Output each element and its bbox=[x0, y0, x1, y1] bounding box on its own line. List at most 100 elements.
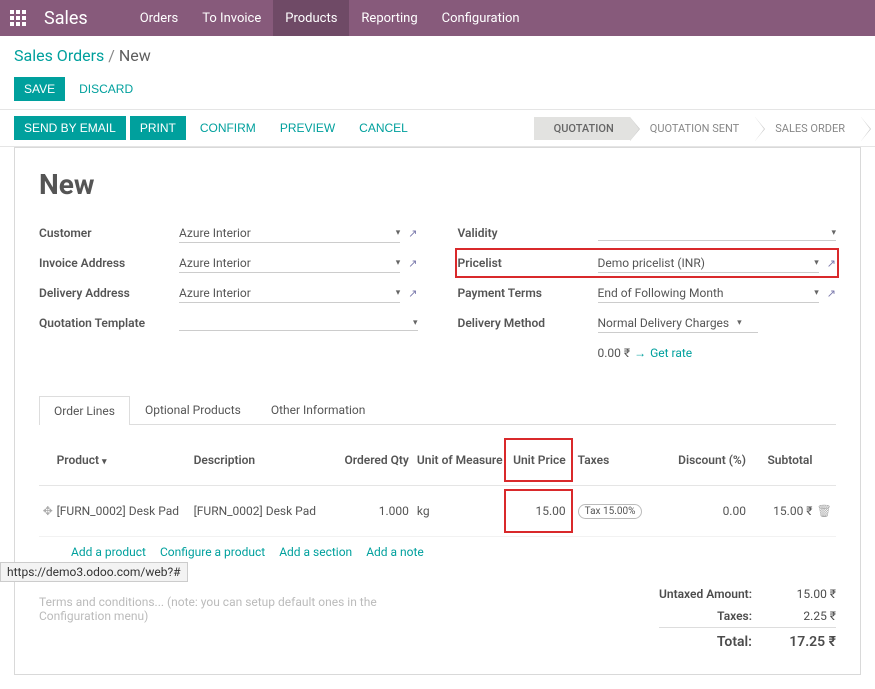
payment-terms-field[interactable]: End of Following Month▾ bbox=[598, 284, 819, 303]
chevron-down-icon[interactable]: ▾ bbox=[831, 228, 836, 238]
page-title: New bbox=[39, 168, 836, 201]
add-note-link[interactable]: Add a note bbox=[366, 545, 424, 559]
customer-label: Customer bbox=[39, 226, 179, 240]
total-label: Total: bbox=[717, 634, 752, 650]
delivery-method-label: Delivery Method bbox=[458, 316, 598, 330]
payment-terms-label: Payment Terms bbox=[458, 286, 598, 300]
trash-icon[interactable]: 🗑 bbox=[813, 504, 836, 518]
external-link-icon[interactable]: ↗ bbox=[408, 287, 417, 300]
breadcrumb-current: New bbox=[119, 46, 151, 65]
discard-button[interactable]: DISCARD bbox=[69, 77, 143, 101]
untaxed-label: Untaxed Amount: bbox=[659, 587, 752, 601]
external-link-icon[interactable]: ↗ bbox=[408, 257, 417, 270]
validity-label: Validity bbox=[458, 226, 598, 240]
arrow-right-icon: → bbox=[634, 346, 646, 360]
preview-button[interactable]: PREVIEW bbox=[270, 116, 345, 140]
form-sheet: New Customer Azure Interior▾ ↗ Invoice A… bbox=[14, 147, 861, 675]
confirm-button[interactable]: CONFIRM bbox=[190, 116, 266, 140]
total-value: 17.25 ₹ bbox=[776, 634, 836, 650]
terms-input[interactable]: Terms and conditions... (note: you can s… bbox=[39, 595, 379, 623]
table-row[interactable]: ✥ [FURN_0002] Desk Pad [FURN_0002] Desk … bbox=[39, 486, 836, 537]
chevron-down-icon[interactable]: ▾ bbox=[814, 258, 819, 268]
add-product-link[interactable]: Add a product bbox=[71, 545, 146, 559]
cell-product[interactable]: [FURN_0002] Desk Pad bbox=[57, 504, 194, 518]
rate-readout: 0.00 ₹→Get rate bbox=[598, 344, 837, 363]
quotation-template-label: Quotation Template bbox=[39, 316, 179, 330]
cell-qty[interactable]: 1.000 bbox=[340, 504, 409, 518]
drag-handle-icon[interactable]: ✥ bbox=[39, 504, 57, 518]
chevron-down-icon[interactable]: ▾ bbox=[737, 318, 742, 328]
tab-optional-products[interactable]: Optional Products bbox=[130, 395, 256, 424]
breadcrumb-bar: Sales Orders/New bbox=[0, 36, 875, 71]
apps-icon[interactable] bbox=[10, 10, 26, 26]
col-uom: Unit of Measure bbox=[409, 453, 507, 467]
validity-field[interactable]: ▾ bbox=[598, 226, 837, 241]
col-taxes: Taxes bbox=[570, 453, 658, 467]
print-button[interactable]: PRINT bbox=[130, 116, 186, 140]
menu-orders[interactable]: Orders bbox=[128, 0, 191, 36]
cell-discount[interactable]: 0.00 bbox=[658, 504, 746, 518]
top-menu: Orders To Invoice Products Reporting Con… bbox=[128, 0, 532, 36]
col-product: Product bbox=[57, 453, 99, 467]
external-link-icon[interactable]: ↗ bbox=[408, 227, 417, 240]
chevron-down-icon[interactable]: ▾ bbox=[396, 258, 401, 268]
configure-product-link[interactable]: Configure a product bbox=[160, 545, 265, 559]
cell-description[interactable]: [FURN_0002] Desk Pad bbox=[194, 504, 341, 518]
cell-unit-price[interactable]: 15.00 bbox=[507, 492, 570, 530]
totals: Untaxed Amount: 15.00 ₹ Taxes: 2.25 ₹ Tota… bbox=[659, 583, 836, 654]
menu-products[interactable]: Products bbox=[273, 0, 349, 36]
status-sales-order[interactable]: SALES ORDER bbox=[755, 117, 861, 140]
order-lines-grid: Product ▾ Description Ordered Qty Unit o… bbox=[39, 435, 836, 567]
invoice-address-label: Invoice Address bbox=[39, 256, 179, 270]
delivery-address-field[interactable]: Azure Interior▾ bbox=[179, 284, 400, 303]
get-rate-link[interactable]: Get rate bbox=[650, 346, 692, 360]
breadcrumb-parent[interactable]: Sales Orders bbox=[14, 46, 104, 65]
statusbar: QUOTATION QUOTATION SENT SALES ORDER bbox=[534, 117, 861, 140]
send-email-button[interactable]: SEND BY EMAIL bbox=[14, 116, 126, 140]
external-link-icon[interactable]: ↗ bbox=[827, 287, 836, 300]
col-ordered-qty: Ordered Qty bbox=[340, 453, 409, 467]
chevron-down-icon[interactable]: ▾ bbox=[396, 228, 401, 238]
taxes-label: Taxes: bbox=[717, 609, 752, 623]
chevron-down-icon[interactable]: ▾ bbox=[396, 288, 401, 298]
breadcrumb: Sales Orders/New bbox=[14, 46, 861, 65]
topbar: Sales Orders To Invoice Products Reporti… bbox=[0, 0, 875, 36]
taxes-value: 2.25 ₹ bbox=[776, 609, 836, 623]
tab-order-lines[interactable]: Order Lines bbox=[39, 396, 130, 425]
pricelist-label: Pricelist bbox=[458, 256, 598, 270]
form-right-col: Validity ▾ Pricelist Demo pricelist (INR… bbox=[458, 221, 837, 371]
cell-subtotal: 15.00 ₹ bbox=[746, 504, 813, 518]
chevron-down-icon[interactable]: ▾ bbox=[814, 288, 819, 298]
col-subtotal: Subtotal bbox=[746, 453, 813, 467]
quotation-template-field[interactable]: ▾ bbox=[179, 316, 418, 331]
delivery-address-label: Delivery Address bbox=[39, 286, 179, 300]
chevron-down-icon[interactable]: ▾ bbox=[102, 457, 107, 467]
cancel-button[interactable]: CANCEL bbox=[349, 116, 418, 140]
status-quotation-sent[interactable]: QUOTATION SENT bbox=[630, 117, 755, 140]
invoice-address-field[interactable]: Azure Interior▾ bbox=[179, 254, 400, 273]
tab-other-information[interactable]: Other Information bbox=[256, 395, 381, 424]
cell-taxes[interactable]: Tax 15.00% bbox=[570, 503, 658, 519]
external-link-icon[interactable]: ↗ bbox=[827, 257, 836, 270]
save-button[interactable]: SAVE bbox=[14, 77, 65, 101]
form-left-col: Customer Azure Interior▾ ↗ Invoice Addre… bbox=[39, 221, 418, 371]
save-row: SAVE DISCARD bbox=[0, 71, 875, 109]
customer-field[interactable]: Azure Interior▾ bbox=[179, 224, 400, 243]
status-url: https://demo3.odoo.com/web?# bbox=[0, 562, 188, 582]
menu-configuration[interactable]: Configuration bbox=[430, 0, 532, 36]
col-description: Description bbox=[194, 453, 341, 467]
menu-to-invoice[interactable]: To Invoice bbox=[190, 0, 273, 36]
status-quotation[interactable]: QUOTATION bbox=[534, 117, 630, 140]
cell-uom[interactable]: kg bbox=[409, 504, 507, 518]
untaxed-value: 15.00 ₹ bbox=[776, 587, 836, 601]
tabs: Order Lines Optional Products Other Info… bbox=[39, 395, 836, 425]
col-discount: Discount (%) bbox=[658, 453, 746, 467]
pricelist-field[interactable]: Demo pricelist (INR)▾ bbox=[598, 254, 819, 273]
add-section-link[interactable]: Add a section bbox=[279, 545, 352, 559]
app-title: Sales bbox=[44, 8, 88, 29]
menu-reporting[interactable]: Reporting bbox=[349, 0, 429, 36]
col-unit-price: Unit Price bbox=[507, 441, 570, 479]
toolbar: SEND BY EMAIL PRINT CONFIRM PREVIEW CANC… bbox=[0, 109, 875, 147]
delivery-method-field[interactable]: Normal Delivery Charges▾ bbox=[598, 314, 758, 333]
chevron-down-icon[interactable]: ▾ bbox=[413, 318, 418, 328]
